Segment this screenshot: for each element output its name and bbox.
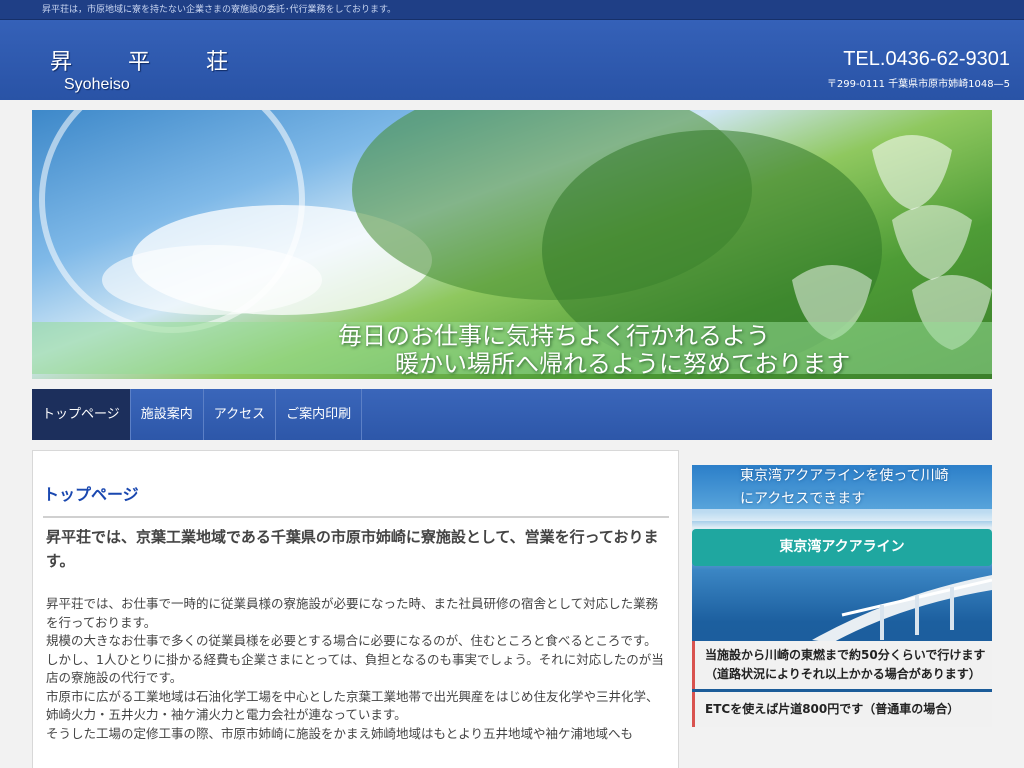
nav-item-top-page[interactable]: トップページ (32, 389, 131, 440)
logo-char: 平 (127, 50, 150, 75)
nav-item-print-guide[interactable]: ご案内印刷 (276, 389, 363, 440)
body-paragraph: 規模の大きなお仕事で多くの従業員様を必要とする場合に必要になるのが、住むところと… (46, 633, 657, 648)
nav-item-access[interactable]: アクセス (204, 389, 277, 440)
phone-number: TEL.0436-62-9301 (843, 48, 1010, 70)
travel-time-line1: 当施設から川崎の東燃まで約50分くらいで行けます (705, 648, 986, 662)
hero-banner: 毎日のお仕事に気持ちよく行かれるよう 暖かい場所へ帰れるように努めております (32, 110, 992, 379)
nav-item-facilities[interactable]: 施設案内 (131, 389, 204, 440)
travel-time-line2: （道路状況によりそれ以上かかる場合があります） (705, 667, 981, 681)
lead-text: 昇平荘では、京葉工業地域である千葉県の市原市姉崎に寮施設として、営業を行っており… (46, 528, 659, 570)
page-title: トップページ (43, 485, 139, 504)
aqualine-panel: 東京湾アクアラインを使って川崎にアクセスできます 東京湾アクアライン 当施設から… (692, 465, 992, 727)
etc-fare-note: ETCを使えば片道800円です（普通車の場合） (692, 692, 992, 727)
postal-address: 〒299-0111 千葉県市原市姉崎1048—5 (826, 79, 1010, 90)
body-paragraph: しかし、1人ひとりに掛かる経費も企業さまにとっては、負担となるのも事実でしょう。… (46, 651, 664, 686)
site-header: 昇 平 荘 Syoheiso TEL.0436-62-9301 〒299-011… (0, 20, 1024, 100)
tagline-bar: 昇平荘は，市原地域に寮を持たない企業さまの寮施設の委託･代行業務をしております。 (0, 0, 1024, 20)
hero-message-line2: 暖かい場所へ帰れるように努めております (395, 350, 851, 378)
logo-char: 荘 (205, 50, 228, 75)
main-nav: トップページ 施設案内 アクセス ご案内印刷 (32, 389, 992, 440)
travel-time-note: 当施設から川崎の東燃まで約50分くらいで行けます （道路状況によりそれ以上かかる… (692, 641, 992, 689)
main-content: トップページ 昇平荘では、京葉工業地域である千葉県の市原市姉崎に寮施設として、営… (32, 450, 679, 768)
aqualine-button[interactable]: 東京湾アクアライン (692, 529, 992, 566)
logo-char: 昇 (50, 50, 73, 75)
logo-romanized[interactable]: Syoheiso (64, 76, 130, 94)
title-divider (43, 516, 669, 518)
body-paragraph: 昇平荘では、お仕事で一時的に従業員様の寮施設が必要になった時、また社員研修の宿舎… (46, 596, 659, 630)
body-paragraph: 市原市に広がる工業地域は石油化学工場を中心とした京葉工業地帯で出光興産をはじめ住… (46, 688, 659, 723)
aqualine-caption: 東京湾アクアラインを使って川崎にアクセスできます (740, 468, 949, 507)
site-logo[interactable]: 昇 平 荘 (50, 44, 228, 76)
body-paragraph: そうした工場の定修工事の際、市原市姉崎に施設をかまえ姉崎地域はもとより五井地域や… (46, 725, 634, 741)
tagline-text: 昇平荘は，市原地域に寮を持たない企業さまの寮施設の委託･代行業務をしております。 (42, 5, 397, 15)
body-text: 昇平荘では、お仕事で一時的に従業員様の寮施設が必要になった時、また社員研修の宿舎… (46, 595, 668, 743)
